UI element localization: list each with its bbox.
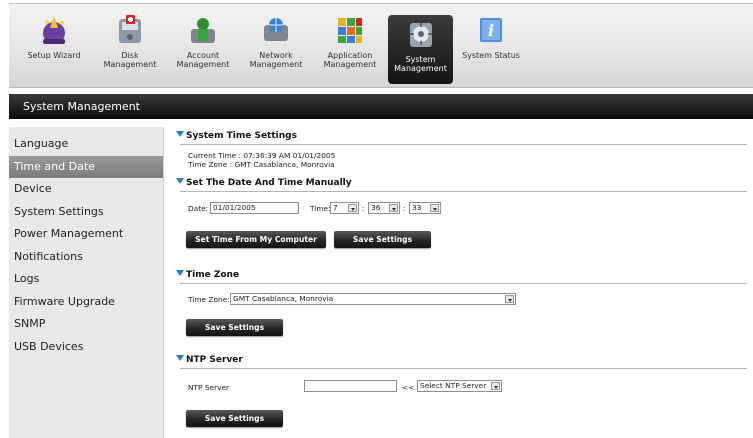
sidebar-item-label: Logs (14, 272, 40, 285)
sidebar-item-label: Firmware Upgrade (14, 294, 115, 308)
sidebar: Language Time and Date Device System Set… (9, 127, 164, 438)
manual-date-time-heading: Set The Date And Time Manually (176, 178, 352, 188)
sidebar-item-time-and-date[interactable]: Time and Date (9, 155, 163, 178)
time-zone-label: Time Zone: (188, 295, 230, 304)
sidebar-item-label: Time and Date (14, 159, 95, 173)
toolbar-label: Network Management (249, 51, 303, 69)
sidebar-item-usb-devices[interactable]: USB Devices (9, 336, 163, 359)
divider (180, 144, 747, 145)
toolbar-label: Account Management (176, 51, 230, 69)
ntp-select-value: Select NTP Server (420, 381, 487, 390)
sidebar-item-system-settings[interactable]: System Settings (9, 201, 163, 224)
sidebar-item-notifications[interactable]: Notifications (9, 246, 163, 269)
date-input[interactable]: 01/01/2005 (210, 202, 299, 214)
toolbar-system-status[interactable]: i System Status (459, 13, 523, 85)
time-separator: : (362, 204, 365, 213)
svg-text:i: i (488, 21, 494, 40)
sidebar-item-power-management[interactable]: Power Management (9, 223, 163, 246)
second-select[interactable]: 33 (409, 202, 441, 214)
current-time-zone-text: Time Zone : GMT Casablanca, Monrovia (188, 160, 335, 169)
toolbar-network-management[interactable]: Network Management (245, 13, 307, 85)
section-heading-text: System Time Settings (186, 131, 297, 141)
collapse-triangle-icon (176, 178, 184, 184)
time-zone-value: GMT Casablanca, Monrovia (233, 294, 334, 303)
chevron-down-icon (430, 204, 439, 212)
disk-icon (113, 13, 147, 47)
section-title: System Management (23, 100, 140, 113)
time-zone-heading: Time Zone (176, 270, 239, 280)
sidebar-item-firmware-upgrade[interactable]: Firmware Upgrade (9, 291, 163, 314)
sidebar-item-label: USB Devices (14, 339, 84, 353)
second-value: 33 (412, 203, 422, 212)
ntp-server-input[interactable] (304, 380, 397, 392)
divider (180, 191, 747, 192)
section-heading-text: Time Zone (186, 270, 240, 280)
collapse-triangle-icon (176, 131, 184, 137)
toolbar-label: Application Management (323, 51, 377, 69)
sidebar-item-device[interactable]: Device (9, 178, 163, 201)
save-settings-button[interactable]: Save Settings (186, 319, 283, 336)
minute-value: 36 (371, 203, 381, 212)
toolbar-label: System Status (462, 51, 520, 60)
chevron-down-icon (389, 204, 398, 212)
set-time-from-computer-button[interactable]: Set Time From My Computer (186, 231, 326, 248)
ntp-arrows-text: << (402, 383, 415, 392)
sidebar-item-label: Notifications (14, 249, 83, 263)
sidebar-item-label: System Settings (14, 204, 104, 218)
chevron-down-icon (348, 204, 357, 212)
nas-admin-window: Setup Wizard Disk Management Account Man… (0, 0, 753, 438)
time-separator: : (403, 204, 406, 213)
toolbar-system-management[interactable]: System Management (388, 15, 453, 84)
top-toolbar: Setup Wizard Disk Management Account Man… (9, 3, 753, 88)
wizard-icon (37, 13, 71, 47)
ntp-server-heading: NTP Server (176, 355, 243, 365)
section-heading-text: Set The Date And Time Manually (186, 178, 352, 188)
chevron-down-icon (505, 295, 514, 303)
hour-value: 7 (333, 203, 338, 212)
toolbar-label: Setup Wizard (27, 51, 81, 60)
sidebar-item-snmp[interactable]: SNMP (9, 313, 163, 336)
section-header-bar: System Management (9, 94, 753, 119)
sidebar-item-label: Language (14, 137, 69, 150)
main-content: System Time Settings Current Time : 07:3… (172, 127, 747, 438)
toolbar-setup-wizard[interactable]: Setup Wizard (24, 13, 84, 85)
section-heading-text: NTP Server (186, 355, 243, 365)
hour-select[interactable]: 7 (330, 202, 359, 214)
time-zone-select[interactable]: GMT Casablanca, Monrovia (230, 293, 516, 305)
account-icon (186, 13, 220, 47)
collapse-triangle-icon (176, 270, 184, 276)
system-icon (404, 17, 438, 51)
collapse-triangle-icon (176, 355, 184, 361)
time-label: Time: (310, 204, 331, 213)
minute-select[interactable]: 36 (368, 202, 400, 214)
system-time-settings-heading: System Time Settings (176, 131, 297, 141)
ntp-server-select[interactable]: Select NTP Server (417, 380, 502, 392)
save-settings-button[interactable]: Save Settings (334, 231, 431, 248)
sidebar-item-label: Power Management (14, 227, 124, 240)
divider (180, 283, 747, 284)
toolbar-account-management[interactable]: Account Management (172, 13, 234, 85)
network-icon (259, 13, 293, 47)
ntp-server-label: NTP Server (188, 383, 230, 392)
current-time-text: Current Time : 07:36:39 AM 01/01/2005 (188, 151, 336, 160)
info-icon: i (474, 13, 508, 47)
application-icon (333, 13, 367, 47)
toolbar-label: System Management (394, 55, 447, 73)
toolbar-label: Disk Management (103, 51, 157, 69)
divider (180, 368, 747, 369)
sidebar-item-label: SNMP (14, 317, 46, 330)
toolbar-disk-management[interactable]: Disk Management (99, 13, 161, 85)
sidebar-item-logs[interactable]: Logs (9, 268, 163, 291)
sidebar-item-language[interactable]: Language (9, 133, 163, 156)
chevron-down-icon (491, 382, 500, 390)
sidebar-item-label: Device (14, 182, 52, 195)
date-label: Date: (188, 204, 209, 213)
save-settings-button[interactable]: Save Settings (186, 410, 283, 427)
toolbar-application-management[interactable]: Application Management (319, 13, 381, 85)
